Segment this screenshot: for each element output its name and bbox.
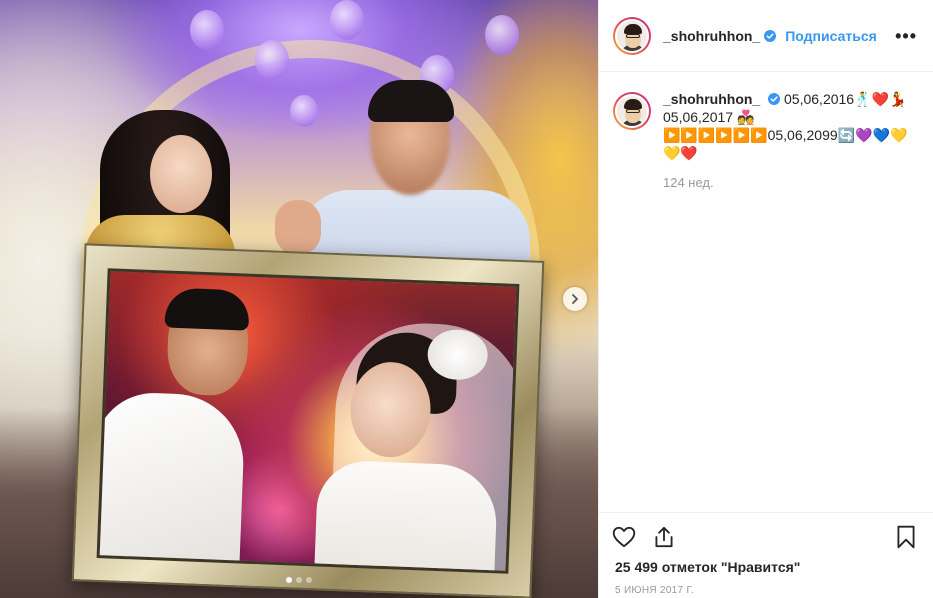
bookmark-icon[interactable] bbox=[893, 524, 919, 550]
caption-username[interactable]: _shohruhhon_ bbox=[663, 91, 760, 107]
post-photo[interactable] bbox=[0, 0, 598, 598]
framed-wedding-photo bbox=[96, 268, 520, 574]
more-options-button[interactable]: ••• bbox=[895, 27, 917, 45]
author-username[interactable]: _shohruhhon_ bbox=[663, 28, 760, 44]
carousel-dot bbox=[296, 577, 302, 583]
verified-badge-icon bbox=[764, 29, 777, 42]
bride-dress bbox=[313, 459, 499, 574]
caption-body: _shohruhhon_ 05,06,2016🕺❤️💃 05,06,2017 💑… bbox=[663, 90, 919, 192]
post-date[interactable]: 5 июня 2017 г. bbox=[615, 585, 694, 596]
chevron-right-icon bbox=[572, 294, 578, 304]
caption-timestamp[interactable]: 124 нед. bbox=[663, 174, 919, 192]
post-side-panel: _shohruhhon_ Подписаться ••• _shohruhhon… bbox=[598, 0, 933, 598]
share-icon[interactable] bbox=[651, 524, 677, 550]
woman-face bbox=[150, 135, 212, 213]
carousel-indicator bbox=[0, 577, 598, 583]
caption-author-avatar[interactable] bbox=[613, 92, 651, 130]
post-actions bbox=[599, 512, 933, 560]
post-header: _shohruhhon_ Подписаться ••• bbox=[599, 0, 933, 72]
carousel-dot-active bbox=[286, 577, 292, 583]
decor-light bbox=[485, 15, 519, 55]
next-slide-button[interactable] bbox=[563, 287, 587, 311]
decor-light bbox=[330, 0, 364, 40]
author-avatar[interactable] bbox=[613, 16, 651, 55]
decor-light bbox=[255, 40, 289, 80]
man-fist bbox=[275, 200, 321, 255]
verified-badge-icon bbox=[768, 93, 781, 105]
instagram-post: _shohruhhon_ Подписаться ••• _shohruhhon… bbox=[0, 0, 933, 598]
post-caption: _shohruhhon_ 05,06,2016🕺❤️💃 05,06,2017 💑… bbox=[613, 90, 919, 192]
decor-light bbox=[290, 95, 318, 127]
heart-icon[interactable] bbox=[611, 524, 637, 550]
avatar-image bbox=[615, 94, 649, 128]
groom-hair bbox=[164, 287, 250, 331]
picture-frame bbox=[71, 243, 545, 598]
man-hair bbox=[368, 80, 454, 122]
likes-count[interactable]: 25 499 отметок "Нравится" bbox=[615, 559, 800, 575]
follow-button[interactable]: Подписаться bbox=[785, 28, 877, 44]
decor-light bbox=[190, 10, 224, 50]
groom bbox=[96, 390, 246, 574]
avatar-image bbox=[615, 18, 649, 53]
carousel-dot bbox=[306, 577, 312, 583]
